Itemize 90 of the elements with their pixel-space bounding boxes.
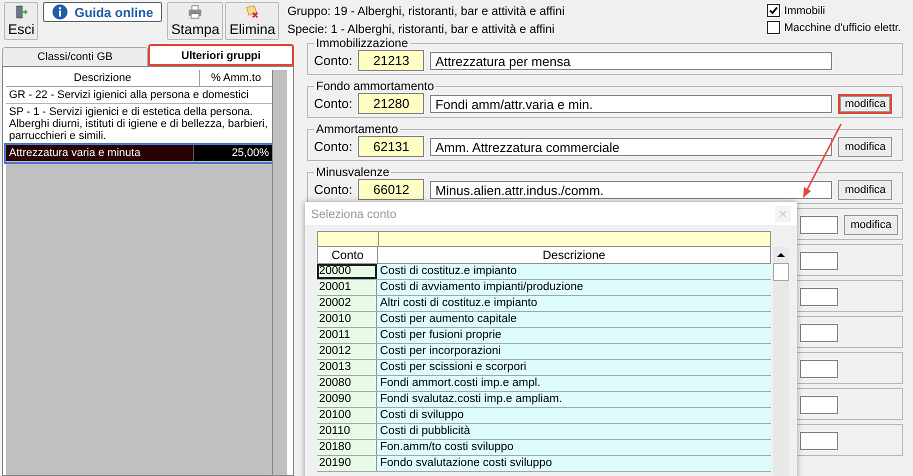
column-header: Descrizione [6,70,200,86]
checkmark-icon [768,5,780,16]
table-row[interactable]: 20000 Costi di costituz.e impianto [317,264,771,280]
column-header: Conto [318,247,378,263]
account-code-field[interactable]: 62131 [358,136,424,157]
field-label: Conto: [314,139,352,154]
help-button[interactable]: Guida online [43,2,162,22]
table-cell: 20010 [317,312,377,327]
group-text: Gruppo: 19 - Alberghi, ristoranti, bar e attività e affini [287,4,566,18]
group-title: Ammortamento [315,122,400,136]
column-header: % Amm.to [210,71,262,86]
table-row[interactable]: 20180 Fon.amm/to costi sviluppo [317,440,771,456]
text-field[interactable] [800,360,838,378]
account-code-field[interactable]: 21280 [358,93,424,114]
table-cell: 20180 [317,440,377,455]
scrollbar-thumb[interactable] [773,263,789,281]
field-label: Conto: [314,182,352,197]
edit-button[interactable]: modifica [838,180,892,200]
table-cell: Costi di costituz.e impianto [377,264,771,279]
table-cell: 20110 [317,424,377,439]
dialog-title: Seleziona conto [311,206,396,220]
table-row[interactable]: 20012 Costi per incorporazioni [317,344,771,360]
table-cell: 20001 [317,280,377,295]
table-row[interactable]: 20090 Fondi svalutaz.costi imp.e ampliam. [317,392,771,408]
table-cell: 20190 [317,456,377,471]
table-row[interactable]: 20011 Costi per fusioni proprie [317,328,771,344]
table-row[interactable]: Attrezzatura varia e minuta 25,00% [6,145,272,162]
column-header: Descrizione [542,247,606,263]
table-cell: Costi di sviluppo [377,408,771,423]
group-title: Immobilizzazione [315,36,410,50]
table-row[interactable]: SP - 1 - Servizi igienici e di estetica della persona. Alberghi diurni, istituti di igiene e di bellezza, barbieri, parrucchieri e simili. [6,104,272,145]
table-cell: Costi di avviamento impianti/produzione [377,280,771,295]
edit-button[interactable]: modifica [838,136,892,156]
table-cell: 20002 [317,296,377,311]
delete-button[interactable]: Elimina [225,2,280,40]
scrollbar[interactable] [773,247,789,476]
tab[interactable]: Ulteriori gruppi [148,44,294,66]
close-icon [779,210,787,218]
account-description-field[interactable]: Fondi amm/attr.varia e min. [430,94,832,112]
species-text: Specie: 1 - Alberghi, ristoranti, bar e attività e affini [287,22,556,36]
table-cell: 20012 [317,344,377,359]
table-cell: Altri costi di costituz.e impianto [377,296,771,311]
edit-button[interactable]: modifica [838,94,892,114]
table-cell: Fon.amm/to costi sviluppo [377,440,771,455]
option-checkbox[interactable]: Immobili [767,4,901,17]
table-row[interactable]: 20013 Costi per scissioni e scorpori [317,360,771,376]
field-label: Conto: [314,53,352,68]
account-description-field[interactable]: Amm. Attrezzatura commerciale [430,138,832,156]
table-row[interactable]: 20001 Costi di avviamento impianti/produzione [317,280,771,296]
text-field[interactable] [800,324,838,342]
option-checkbox[interactable]: Macchine d'ufficio elettr. [767,21,901,34]
table-row[interactable]: 20100 Costi di sviluppo [317,408,771,424]
table-row[interactable]: 20010 Costi per aumento capitale [317,312,771,328]
group-title: Fondo ammortamento [315,79,436,93]
group-title: Minusvalenze [315,165,390,179]
text-field[interactable] [800,288,838,306]
edit-button[interactable]: modifica [844,215,898,235]
table-cell: 20000 [317,264,377,279]
table-cell: Fondi ammort.costi imp.e ampl. [377,376,771,391]
account-code-field[interactable]: 21213 [358,50,424,71]
text-field[interactable] [800,432,838,450]
account-description-field[interactable]: Minus.alien.attr.indus./comm. [430,180,832,198]
account-code-field[interactable]: 66012 [358,179,424,200]
table-cell: Costi per incorporazioni [377,344,771,359]
table-row[interactable]: 20110 Costi di pubblicità [317,424,771,440]
table-cell: 20013 [317,360,377,375]
exit-button[interactable]: Esci [4,2,38,40]
text-field[interactable] [800,396,838,414]
text-field[interactable] [800,216,838,234]
tab[interactable]: Classi/conti GB [2,47,148,66]
field-label: Conto: [314,96,352,111]
table-cell: 20100 [317,408,377,423]
table-cell: 20011 [317,328,377,343]
table-cell: Costi per fusioni proprie [377,328,771,343]
table-cell: 20090 [317,392,377,407]
table-cell: 20080 [317,376,377,391]
table-cell: Costi di pubblicità [377,424,771,439]
info-icon [52,4,68,20]
print-button[interactable]: Stampa [167,2,224,40]
table-cell: Fondo svalutazione costi sviluppo [377,456,771,471]
table-cell: Costi per aumento capitale [377,312,771,327]
table-row[interactable]: 20190 Fondo svalutazione costi sviluppo [317,456,771,472]
account-description-field[interactable]: Attrezzatura per mensa [430,52,832,70]
table-cell: Costi per scissioni e scorpori [377,360,771,375]
table-row[interactable]: 20002 Altri costi di costituz.e impianto [317,296,771,312]
table-row[interactable]: 20080 Fondi ammort.costi imp.e ampl. [317,376,771,392]
table-row[interactable]: GR - 22 - Servizi igienici alla persona e domestici [6,87,272,104]
table-cell: Fondi svalutaz.costi imp.e ampliam. [377,392,771,407]
scrollbar[interactable] [272,70,287,475]
text-field[interactable] [800,252,838,270]
